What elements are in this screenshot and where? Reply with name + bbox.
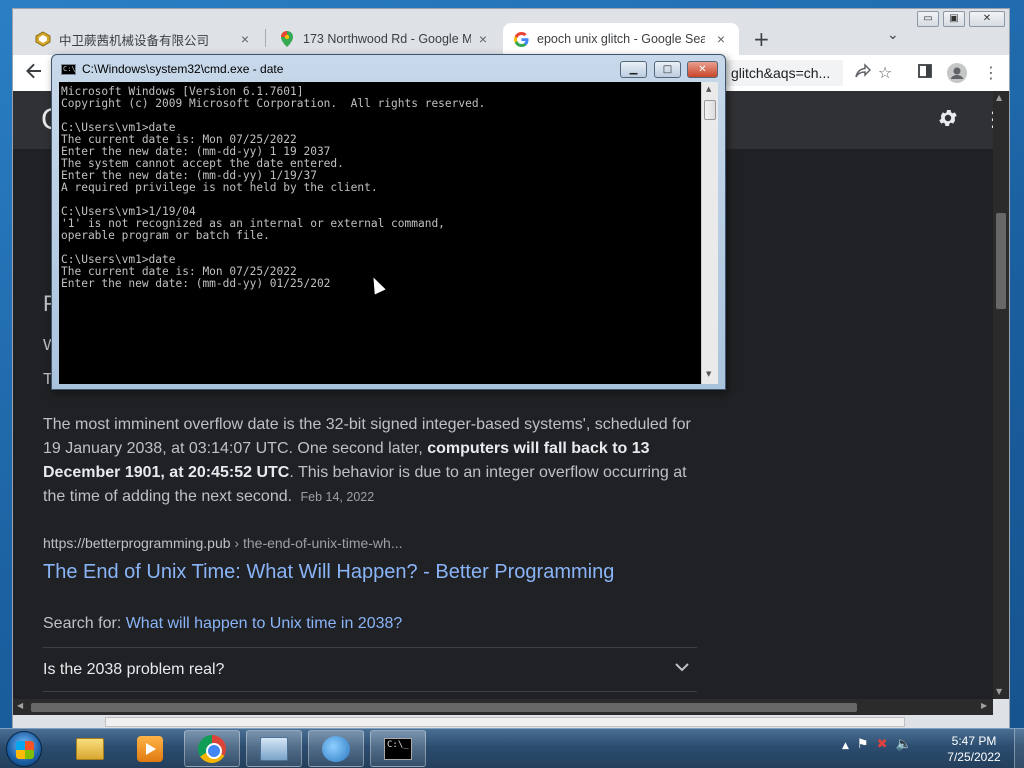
clock-date: 7/25/2022 [947, 750, 1001, 764]
snippet-date: Feb 14, 2022 [300, 490, 375, 504]
start-button[interactable] [6, 731, 42, 767]
result-title-link[interactable]: The End of Unix Time: What Will Happen? … [43, 561, 614, 584]
scrollbar-thumb[interactable] [704, 100, 716, 120]
profile-icon[interactable] [947, 63, 967, 87]
tab-title: epoch unix glitch - Google Search [537, 32, 705, 46]
cmd-icon: C:\ [61, 64, 76, 75]
taskbar-cmd[interactable]: C:\_ [370, 730, 426, 767]
divider [43, 647, 697, 648]
cmd-close-button[interactable]: ✕ [687, 61, 718, 78]
search-for-suggestion: Search for: What will happen to Unix tim… [43, 615, 402, 633]
tab-close-icon[interactable]: × [237, 31, 253, 47]
tab-close-icon[interactable]: × [475, 31, 491, 47]
taskbar-clock[interactable]: 5:47 PM 7/25/2022 [936, 733, 1012, 765]
folder-icon [76, 737, 104, 760]
scrollbar-thumb[interactable] [31, 703, 857, 712]
scroll-up-icon[interactable]: ▲ [706, 85, 711, 93]
tab-search-button[interactable]: ⌄ [887, 27, 899, 43]
console-text: Microsoft Windows [Version 6.1.7601] Cop… [61, 86, 701, 290]
scroll-right-icon[interactable]: ▶ [981, 701, 987, 710]
menu-icon[interactable]: ⋮ [981, 63, 1001, 82]
volume-icon[interactable]: 🔈 [895, 737, 911, 755]
scroll-down-icon[interactable]: ▼ [706, 370, 711, 378]
chrome-close-button[interactable]: ✕ [969, 11, 1005, 27]
page-vertical-scrollbar[interactable]: ▲ ▼ [993, 91, 1009, 699]
control-panel-icon [260, 736, 288, 761]
share-icon[interactable] [853, 63, 873, 83]
cmd-maximize-button[interactable]: □ [654, 61, 681, 78]
console-line: operable program or batch file. [61, 229, 270, 242]
back-arrow-icon[interactable] [25, 61, 43, 85]
taskbar-explorer[interactable] [62, 730, 118, 767]
chrome-minimize-button[interactable]: ▭ [917, 11, 939, 27]
scroll-down-icon[interactable]: ▼ [996, 687, 1002, 696]
scroll-left-icon[interactable]: ◀ [17, 701, 23, 710]
tab-title: 173 Northwood Rd - Google Maps [303, 32, 471, 46]
result-url[interactable]: https://betterprogramming.pub › the-end-… [43, 535, 403, 551]
clock-time: 5:47 PM [951, 734, 997, 748]
action-center-flag-icon[interactable]: ⚑ [857, 737, 869, 755]
taskbar-control-panel[interactable] [246, 730, 302, 767]
tab-close-icon[interactable]: × [713, 31, 729, 47]
tab-company[interactable]: 中卫蕨茜机械设备有限公司 × [23, 23, 263, 55]
divider [43, 691, 697, 692]
scroll-up-icon[interactable]: ▲ [996, 93, 1002, 102]
google-g-icon [513, 31, 529, 47]
result-domain: https://betterprogramming.pub [43, 535, 231, 551]
chevron-down-icon[interactable] [675, 657, 689, 676]
cmd-window[interactable]: C:\ C:\Windows\system32\cmd.exe - date ▁… [51, 54, 726, 390]
company-favicon-icon [35, 31, 51, 47]
scrollbar-thumb[interactable] [996, 213, 1006, 309]
people-also-ask-question[interactable]: Is the 2038 problem real? [43, 661, 224, 679]
network-warning-icon[interactable]: ✖ [877, 737, 888, 755]
result-path: › the-end-of-unix-time-wh... [230, 535, 403, 551]
gear-icon[interactable] [937, 107, 959, 135]
tab-search[interactable]: epoch unix glitch - Google Search × [503, 23, 739, 55]
taskbar-media-player[interactable] [122, 730, 178, 767]
system-tray: ▲ ⚑ ✖ 🔈 [842, 737, 912, 755]
search-for-label: Search for: [43, 615, 126, 632]
console-line: A required privilege is not held by the … [61, 181, 378, 194]
chrome-maximize-button[interactable]: ▣ [943, 11, 965, 27]
taskbar-chrome[interactable] [184, 730, 240, 767]
cmd-title: C:\Windows\system32\cmd.exe - date [82, 62, 284, 76]
media-player-icon [137, 735, 163, 762]
show-desktop-button[interactable] [1014, 729, 1024, 768]
status-strip [105, 717, 905, 727]
show-hidden-icons-button[interactable]: ▲ [842, 737, 849, 755]
featured-snippet: The most imminent overflow date is the 3… [43, 413, 703, 509]
windows-logo-icon [16, 741, 34, 759]
cmd-minimize-button[interactable]: ▁ [620, 61, 647, 78]
console-output[interactable]: Microsoft Windows [Version 6.1.7601] Cop… [59, 82, 701, 384]
maps-pin-icon [279, 31, 295, 47]
tab-title: 中卫蕨茜机械设备有限公司 [59, 33, 210, 48]
cmd-scrollbar[interactable]: ▲ ▼ [701, 82, 718, 384]
page-horizontal-scrollbar[interactable]: ◀ ▶ [13, 699, 993, 715]
tab-separator [265, 29, 266, 47]
tab-strip: 中卫蕨茜机械设备有限公司 × 173 Northwood Rd - Google… [13, 9, 1009, 55]
network-icon [322, 735, 350, 762]
chrome-icon [198, 734, 226, 763]
taskbar: C:\_ ▲ ⚑ ✖ 🔈 5:47 PM 7/25/2022 [0, 728, 1024, 768]
new-tab-button[interactable]: + [753, 27, 770, 51]
tab-maps[interactable]: 173 Northwood Rd - Google Maps × [269, 23, 501, 55]
side-panel-icon[interactable] [915, 63, 935, 82]
console-line: Enter the new date: (mm-dd-yy) 01/25/202 [61, 277, 331, 290]
taskbar-network[interactable] [308, 730, 364, 767]
command-prompt-icon: C:\_ [384, 737, 412, 760]
search-for-link[interactable]: What will happen to Unix time in 2038? [126, 615, 403, 632]
console-line: Copyright (c) 2009 Microsoft Corporation… [61, 97, 486, 110]
star-icon[interactable]: ☆ [875, 63, 895, 82]
